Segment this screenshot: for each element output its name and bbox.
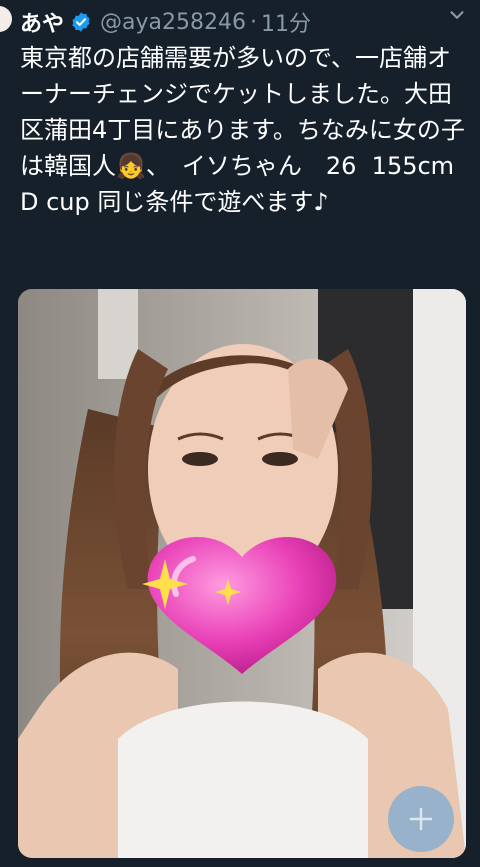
separator-dot: ·: [249, 9, 257, 35]
photo-illustration: [18, 289, 466, 858]
avatar[interactable]: [0, 6, 12, 32]
author-handle[interactable]: @aya258246: [100, 10, 246, 35]
more-options-icon: [450, 11, 464, 19]
verified-badge-icon: [72, 12, 90, 32]
add-button[interactable]: [388, 786, 454, 852]
more-options-button[interactable]: [444, 2, 470, 28]
tweet-text: 東京都の店舗需要が多いので、一店舗オーナーチェンジでケットしました。大田区蒲田4…: [20, 44, 465, 216]
author-name[interactable]: あや: [20, 6, 64, 38]
plus-icon: [409, 807, 433, 831]
timestamp[interactable]: 11分: [261, 6, 311, 38]
tweet-screen: あや @aya258246 · 11分 東京都の店舗需要が多いので、一店舗オーナ…: [0, 0, 480, 867]
tweet-header: あや @aya258246 · 11分: [20, 6, 311, 38]
tweet-media-photo[interactable]: [18, 289, 466, 858]
